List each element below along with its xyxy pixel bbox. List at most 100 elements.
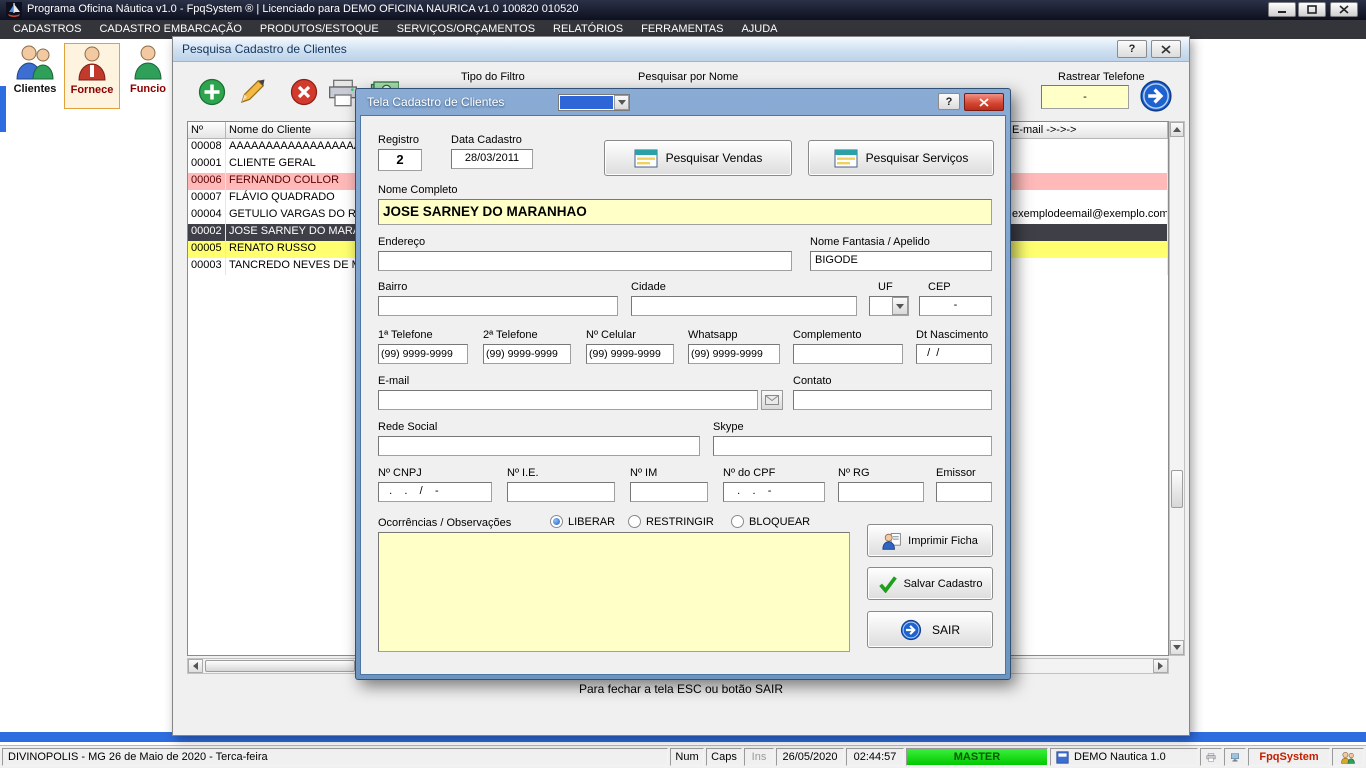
cell-num: 00002	[188, 224, 226, 241]
dialog-titlebar[interactable]: Tela Cadastro de Clientes	[356, 89, 1010, 114]
registro-label: Registro	[378, 134, 419, 146]
status-computer-panel[interactable]	[1224, 748, 1246, 766]
combobox-dropdown-button[interactable]	[614, 95, 629, 110]
maximize-button[interactable]	[1298, 2, 1326, 17]
status-people-panel[interactable]	[1332, 748, 1364, 766]
telefone2-field[interactable]: (99) 9999-9999	[483, 344, 571, 364]
help-icon: ?	[1128, 43, 1136, 55]
cell-email	[1004, 241, 1168, 258]
whatsapp-field[interactable]: (99) 9999-9999	[688, 344, 780, 364]
toolbar-clientes-button[interactable]: Clientes	[8, 43, 62, 109]
nome-fantasia-label: Nome Fantasia / Apelido	[810, 236, 930, 248]
go-arrow-icon	[1140, 80, 1172, 112]
radio-restringir-label[interactable]: RESTRINGIR	[646, 516, 714, 528]
complemento-field[interactable]	[793, 344, 903, 364]
telefone1-label: 1ª Telefone	[378, 329, 433, 341]
monitor-icon	[1231, 753, 1239, 761]
sair-button[interactable]: SAIR	[867, 611, 993, 648]
dt-nascimento-label: Dt Nascimento	[916, 329, 989, 341]
pesquisar-servicos-button[interactable]: Pesquisar Serviços	[808, 140, 994, 176]
scroll-left-button[interactable]	[188, 659, 203, 673]
edit-record-button[interactable]	[237, 77, 267, 107]
nome-fantasia-field[interactable]: BIGODE	[810, 251, 992, 271]
minimize-button[interactable]	[1268, 2, 1296, 17]
close-button[interactable]	[1330, 2, 1358, 17]
delete-record-button[interactable]	[289, 77, 319, 107]
search-window-close-button[interactable]	[1151, 40, 1181, 58]
nome-completo-field[interactable]: JOSE SARNEY DO MARANHAO	[378, 199, 992, 225]
send-email-button[interactable]	[761, 390, 783, 410]
telefone1-field[interactable]: (99) 9999-9999	[378, 344, 468, 364]
salvar-cadastro-button[interactable]: Salvar Cadastro	[867, 567, 993, 600]
rede-social-field[interactable]	[378, 436, 700, 456]
cidade-field[interactable]	[631, 296, 857, 316]
column-header-num[interactable]: Nº	[188, 122, 226, 139]
toolbar-fornecedores-button[interactable]: Fornece	[64, 43, 120, 109]
cell-email	[1004, 139, 1168, 156]
scroll-down-button[interactable]	[1170, 640, 1184, 655]
data-cadastro-field[interactable]: 28/03/2011	[451, 149, 533, 169]
sales-card-icon	[634, 149, 658, 167]
im-field[interactable]	[630, 482, 708, 502]
column-header-email[interactable]: E-mail ->->->	[1004, 122, 1168, 139]
dialog-close-button[interactable]	[964, 93, 1004, 111]
celular-label: Nº Celular	[586, 329, 636, 341]
skype-field[interactable]	[713, 436, 992, 456]
registro-field[interactable]: 2	[378, 149, 422, 171]
vertical-scroll-thumb[interactable]	[1171, 470, 1183, 508]
ie-field[interactable]	[507, 482, 615, 502]
toolbar-clientes-label: Clientes	[13, 83, 57, 95]
scroll-up-button[interactable]	[1170, 122, 1184, 137]
bairro-field[interactable]	[378, 296, 618, 316]
cep-label: CEP	[928, 281, 951, 293]
emissor-label: Emissor	[936, 467, 976, 479]
trace-phone-go-button[interactable]	[1139, 79, 1173, 113]
email-label: E-mail	[378, 375, 410, 387]
search-window-help-button[interactable]: ?	[1117, 40, 1147, 58]
dialog-help-button[interactable]: ?	[938, 93, 960, 110]
filter-type-label: Tipo do Filtro	[461, 71, 525, 83]
cpf-label: Nº do CPF	[723, 467, 776, 479]
dt-nascimento-field[interactable]: / /	[916, 344, 992, 364]
email-field[interactable]	[378, 390, 758, 410]
observacoes-textarea[interactable]	[378, 532, 850, 652]
rg-field[interactable]	[838, 482, 924, 502]
radio-liberar-label[interactable]: LIBERAR	[568, 516, 615, 528]
search-window-titlebar[interactable]: Pesquisa Cadastro de Clientes	[173, 37, 1189, 62]
trace-phone-label: Rastrear Telefone	[1058, 71, 1145, 83]
imprimir-ficha-button[interactable]: Imprimir Ficha	[867, 524, 993, 557]
trace-phone-field[interactable]: -	[1041, 85, 1129, 109]
filter-type-combobox[interactable]	[558, 94, 630, 111]
cnpj-field[interactable]: . . / -	[378, 482, 492, 502]
cpf-field[interactable]: . . -	[723, 482, 825, 502]
cell-num: 00003	[188, 258, 226, 275]
horizontal-scroll-thumb[interactable]	[205, 660, 355, 672]
pesquisar-vendas-button[interactable]: Pesquisar Vendas	[604, 140, 792, 176]
window-title: Programa Oficina Náutica v1.0 - FpqSyste…	[27, 3, 579, 15]
radio-bloquear-label[interactable]: BLOQUEAR	[749, 516, 810, 528]
imprimir-ficha-label: Imprimir Ficha	[908, 534, 978, 547]
menu-cadastros[interactable]: CADASTROS	[4, 20, 90, 39]
status-capslock: Caps	[706, 748, 742, 766]
radio-bloquear[interactable]	[731, 515, 744, 528]
toolbar-funcionarios-button[interactable]: Funcio	[122, 43, 174, 109]
status-numlock: Num	[670, 748, 704, 766]
whatsapp-label: Whatsapp	[688, 329, 738, 341]
emissor-field[interactable]	[936, 482, 992, 502]
pesquisar-servicos-label: Pesquisar Serviços	[865, 151, 969, 165]
complemento-label: Complemento	[793, 329, 862, 341]
client-record-dialog: Tela Cadastro de Clientes ? Registro 2 D…	[355, 88, 1011, 680]
uf-dropdown-button[interactable]	[892, 297, 908, 315]
uf-combobox[interactable]	[869, 296, 909, 316]
add-record-button[interactable]	[197, 77, 227, 107]
status-printer-panel[interactable]	[1200, 748, 1222, 766]
contato-field[interactable]	[793, 390, 992, 410]
scroll-right-button[interactable]	[1153, 659, 1168, 673]
cep-field[interactable]: -	[919, 296, 992, 316]
salvar-cadastro-label: Salvar Cadastro	[903, 577, 983, 590]
radio-liberar[interactable]	[550, 515, 563, 528]
radio-restringir[interactable]	[628, 515, 641, 528]
endereco-field[interactable]	[378, 251, 792, 271]
celular-field[interactable]: (99) 9999-9999	[586, 344, 674, 364]
grid-vertical-scrollbar[interactable]	[1169, 121, 1185, 656]
